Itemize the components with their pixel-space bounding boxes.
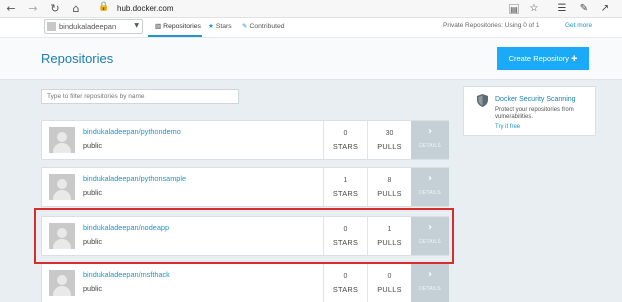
avatar	[49, 174, 75, 200]
security-description: Protect your repositories from vulnerabi…	[495, 107, 574, 120]
reading-view-icon[interactable]: ▤	[509, 4, 519, 14]
share-icon[interactable]: ↗	[598, 2, 612, 16]
stars-count: 0 STARS	[323, 264, 367, 302]
browser-toolbar: ← → ↻ ⌂ 🔒 hub.docker.com ▤ ☆ ☰ ✎ ↗	[0, 0, 622, 18]
forward-icon[interactable]: →	[26, 2, 40, 16]
favorite-star-icon[interactable]: ☆	[527, 2, 541, 16]
tab-stars[interactable]: ★ Stars	[208, 22, 232, 30]
avatar	[49, 270, 75, 296]
hub-icon[interactable]: ☰	[555, 2, 569, 16]
book-icon: ▧	[155, 22, 162, 30]
docker-top-nav: bindukaladeepan ▼ ▧ Repositories ★ Stars ✎…	[0, 18, 622, 38]
private-repos-usage: Private Repositories: Using 0 of 1	[443, 22, 540, 29]
pulls-count: 30 PULLS	[367, 121, 411, 159]
pulls-count: 0 PULLS	[367, 264, 411, 302]
home-icon[interactable]: ⌂	[69, 2, 83, 16]
stars-count: 1 STARS	[323, 168, 367, 206]
tab-contributed[interactable]: ✎ Contributed	[242, 22, 285, 30]
repo-name-link[interactable]: bindukaladeepan/pythondemo	[83, 127, 181, 136]
page-header: Repositories Create Repository ✚	[0, 38, 622, 80]
chevron-right-icon: ›	[427, 269, 433, 280]
repo-row[interactable]: bindukaladeepan/msfthack public 0 STARS 0…	[41, 263, 449, 302]
lock-icon: 🔒	[98, 2, 110, 12]
edit-icon: ✎	[242, 22, 248, 30]
repo-row[interactable]: bindukaladeepan/pythondemo public 0 STARS…	[41, 120, 449, 160]
chevron-down-icon: ▼	[134, 22, 139, 29]
active-tab-indicator	[148, 35, 202, 37]
account-name: bindukaladeepan	[59, 22, 117, 31]
highlight-box	[34, 208, 454, 264]
repo-visibility: public	[83, 141, 103, 150]
get-more-link[interactable]: Get more	[565, 22, 592, 29]
create-repository-button[interactable]: Create Repository ✚	[497, 47, 589, 70]
repo-name-link[interactable]: bindukaladeepan/msfthack	[83, 270, 170, 279]
chevron-right-icon: ›	[427, 126, 433, 137]
details-button[interactable]: › DETAILS	[411, 264, 449, 302]
tab-repositories[interactable]: ▧ Repositories	[155, 22, 201, 30]
pulls-count: 8 PULLS	[367, 168, 411, 206]
repo-visibility: public	[83, 188, 103, 197]
shield-icon	[477, 94, 488, 107]
details-button[interactable]: › DETAILS	[411, 121, 449, 159]
filter-repositories-input[interactable]	[41, 89, 239, 104]
chevron-right-icon: ›	[427, 173, 433, 184]
avatar	[49, 127, 75, 153]
notes-icon[interactable]: ✎	[577, 2, 591, 16]
account-select[interactable]: bindukaladeepan ▼	[44, 19, 143, 34]
security-scanning-panel: Docker Security Scanning Protect your re…	[463, 86, 596, 136]
refresh-icon[interactable]: ↻	[48, 2, 62, 16]
repo-visibility: public	[83, 284, 103, 293]
repo-row[interactable]: bindukaladeepan/pythonsample public 1 STA…	[41, 167, 449, 207]
security-title: Docker Security Scanning	[495, 96, 576, 103]
star-icon: ★	[208, 22, 214, 30]
address-bar[interactable]: hub.docker.com	[117, 4, 173, 13]
stars-count: 0 STARS	[323, 121, 367, 159]
try-it-free-link[interactable]: Try it free	[495, 124, 520, 130]
details-button[interactable]: › DETAILS	[411, 168, 449, 206]
repo-name-link[interactable]: bindukaladeepan/pythonsample	[83, 174, 186, 183]
back-icon[interactable]: ←	[4, 2, 18, 16]
account-avatar	[47, 22, 56, 31]
page-title: Repositories	[41, 51, 114, 66]
